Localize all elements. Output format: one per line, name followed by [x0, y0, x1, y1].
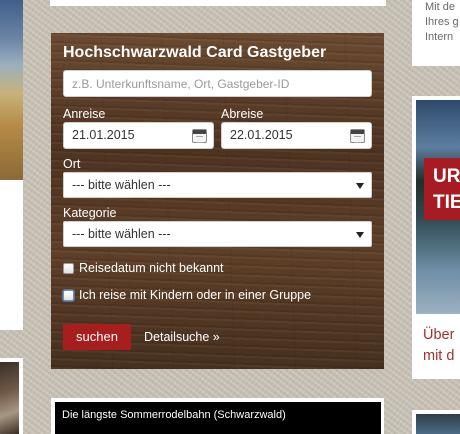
- children-group-label[interactable]: Ich reise mit Kindern oder in einer Grup…: [79, 288, 311, 302]
- search-submit-button[interactable]: suchen: [63, 324, 131, 350]
- right-caption-line: Über: [423, 327, 455, 343]
- departure-date-value: 22.01.2015: [230, 128, 293, 142]
- promo-badge-line: TIE: [433, 192, 460, 213]
- right-teaser-line: Ihres g: [425, 16, 459, 28]
- category-label: Kategorie: [63, 206, 117, 220]
- place-group: Ort --- bitte wählen ---: [63, 157, 372, 198]
- arrival-label: Anreise: [63, 107, 106, 121]
- left-interior-photo: [0, 362, 19, 434]
- departure-date-field[interactable]: 22.01.2015: [221, 122, 372, 149]
- place-select[interactable]: --- bitte wählen ---: [63, 172, 372, 198]
- right-teaser-line: Mit de: [425, 1, 455, 13]
- video-title: Die längste Sommerrodelbahn (Schwarzwald…: [62, 409, 286, 421]
- chevron-down-icon: [356, 232, 364, 238]
- departure-label: Abreise: [221, 107, 264, 121]
- category-group: Kategorie --- bitte wählen ---: [63, 206, 372, 247]
- promo-badge: UR TIE: [424, 158, 460, 220]
- date-unknown-label[interactable]: Reisedatum nicht bekannt: [79, 261, 224, 275]
- promo-badge-line: UR: [433, 166, 460, 187]
- children-group-row: Ich reise mit Kindern oder in einer Grup…: [63, 287, 372, 303]
- left-teaser-card: [0, 0, 23, 330]
- top-content-card: [50, 0, 386, 6]
- left-landscape-photo: [0, 0, 23, 180]
- place-label: Ort: [63, 157, 81, 171]
- right-bottom-photo: [416, 414, 460, 434]
- children-group-checkbox[interactable]: [63, 289, 74, 301]
- arrival-group: Anreise 21.01.2015: [63, 107, 214, 149]
- arrival-date-field[interactable]: 21.01.2015: [63, 122, 214, 149]
- right-caption-line: mit d: [423, 348, 455, 364]
- date-unknown-checkbox[interactable]: [63, 262, 74, 274]
- calendar-icon[interactable]: [192, 129, 207, 143]
- right-teaser-caption[interactable]: Über mit d: [423, 325, 460, 367]
- date-row: Anreise 21.01.2015 Abreise 22.01.2015: [63, 107, 372, 149]
- arrival-date-value: 21.01.2015: [72, 128, 135, 142]
- search-input[interactable]: [63, 70, 372, 97]
- right-teaser-card-top: Mit de Ihres g Intern: [412, 0, 460, 66]
- detail-search-link[interactable]: Detailsuche »: [144, 330, 220, 344]
- category-select[interactable]: --- bitte wählen ---: [63, 221, 372, 247]
- calendar-icon[interactable]: [350, 129, 365, 143]
- form-title: Hochschwarzwald Card Gastgeber: [63, 44, 327, 61]
- place-select-value: --- bitte wählen ---: [72, 178, 171, 192]
- right-teaser-line: Intern: [425, 31, 454, 43]
- form-actions: suchen Detailsuche »: [63, 324, 372, 350]
- chevron-down-icon: [356, 183, 364, 189]
- host-search-form: Hochschwarzwald Card Gastgeber Anreise 2…: [51, 33, 384, 369]
- category-select-value: --- bitte wählen ---: [72, 227, 171, 241]
- video-player[interactable]: Die längste Sommerrodelbahn (Schwarzwald…: [55, 402, 381, 434]
- departure-group: Abreise 22.01.2015: [221, 107, 372, 149]
- date-unknown-row: Reisedatum nicht bekannt: [63, 260, 372, 276]
